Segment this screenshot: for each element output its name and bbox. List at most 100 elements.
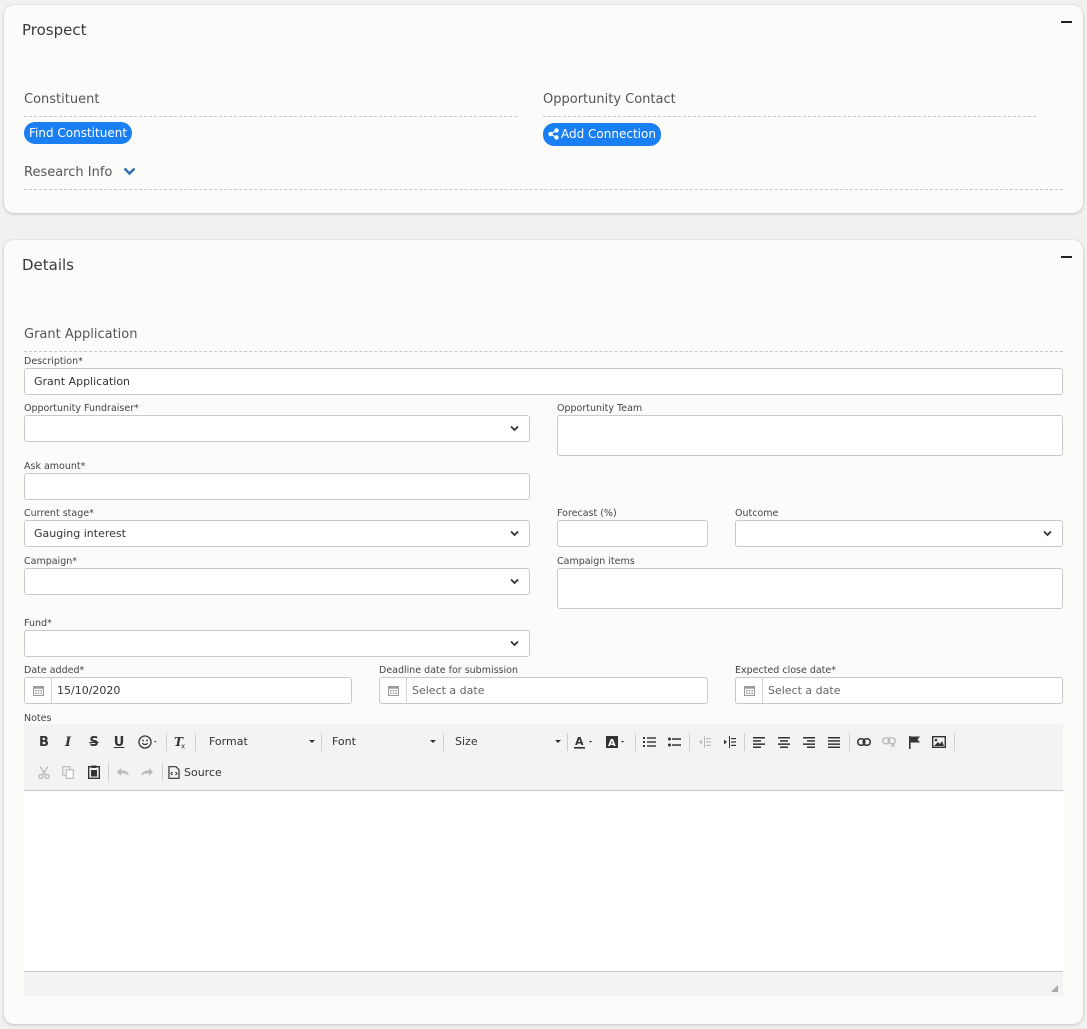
paste-button[interactable] bbox=[84, 762, 104, 782]
collapse-details-button[interactable] bbox=[1061, 256, 1072, 258]
background-color-icon: A bbox=[606, 736, 624, 749]
campaign-items-input[interactable] bbox=[557, 568, 1063, 609]
link-button[interactable] bbox=[854, 732, 874, 752]
chevron-down-icon bbox=[510, 425, 519, 432]
align-left-button[interactable] bbox=[749, 732, 769, 752]
italic-button[interactable]: I bbox=[58, 732, 78, 752]
underline-button[interactable]: U bbox=[109, 732, 129, 752]
svg-text:x: x bbox=[181, 743, 185, 750]
align-center-icon bbox=[778, 736, 790, 748]
image-button[interactable] bbox=[929, 732, 949, 752]
redo-button[interactable] bbox=[137, 762, 157, 782]
opportunity-team-label: Opportunity Team bbox=[557, 403, 643, 414]
forecast-label: Forecast (%) bbox=[557, 508, 617, 519]
outcome-select[interactable] bbox=[735, 520, 1063, 547]
caret-down-icon bbox=[430, 740, 436, 743]
prospect-panel: Prospect Constituent Find Constituent Op… bbox=[4, 5, 1083, 213]
emoji-button[interactable] bbox=[136, 732, 162, 752]
svg-text:A: A bbox=[575, 735, 584, 748]
anchor-button[interactable] bbox=[904, 732, 924, 752]
calendar-icon[interactable] bbox=[380, 678, 407, 703]
prospect-title: Prospect bbox=[22, 21, 87, 39]
deadline-date-input[interactable]: Select a date bbox=[379, 677, 708, 704]
caret-down-icon bbox=[555, 740, 561, 743]
ask-amount-input[interactable] bbox=[24, 473, 530, 500]
campaign-label: Campaign* bbox=[24, 556, 78, 567]
text-color-button[interactable]: A bbox=[572, 732, 598, 752]
campaign-items-label: Campaign items bbox=[557, 556, 635, 567]
current-stage-value: Gauging interest bbox=[34, 527, 126, 540]
smiley-icon bbox=[138, 735, 157, 749]
decrease-indent-button[interactable] bbox=[694, 732, 714, 752]
calendar-icon[interactable] bbox=[736, 678, 763, 703]
bulleted-list-button[interactable] bbox=[664, 732, 684, 752]
collapse-prospect-button[interactable] bbox=[1061, 21, 1072, 23]
flag-icon bbox=[908, 735, 920, 749]
details-title: Details bbox=[22, 256, 75, 274]
toolbar-separator bbox=[108, 763, 109, 781]
copy-icon bbox=[62, 765, 74, 779]
close-date-placeholder: Select a date bbox=[768, 684, 841, 697]
add-connection-label: Add Connection bbox=[561, 127, 656, 141]
toolbar-separator bbox=[166, 733, 167, 751]
align-right-button[interactable] bbox=[799, 732, 819, 752]
justify-button[interactable] bbox=[824, 732, 844, 752]
notes-label: Notes bbox=[24, 713, 52, 724]
size-label: Size bbox=[455, 735, 478, 748]
date-added-value: 15/10/2020 bbox=[57, 684, 121, 697]
undo-button[interactable] bbox=[113, 762, 133, 782]
scissors-icon bbox=[38, 765, 50, 779]
bold-button[interactable]: B bbox=[34, 732, 54, 752]
add-connection-button[interactable]: Add Connection bbox=[543, 123, 661, 146]
source-button[interactable]: Source bbox=[168, 762, 228, 782]
campaign-select[interactable] bbox=[24, 568, 530, 595]
size-dropdown[interactable]: Size bbox=[448, 732, 564, 752]
justify-icon bbox=[828, 736, 840, 748]
remove-format-button[interactable]: Tx bbox=[170, 732, 190, 752]
align-center-button[interactable] bbox=[774, 732, 794, 752]
date-added-input[interactable]: 15/10/2020 bbox=[24, 677, 352, 704]
constituent-label: Constituent bbox=[24, 92, 100, 107]
research-info-divider bbox=[24, 189, 1063, 190]
numbered-list-button[interactable] bbox=[639, 732, 659, 752]
toolbar-separator bbox=[849, 733, 850, 751]
opportunity-contact-divider bbox=[543, 116, 1036, 117]
editor-statusbar bbox=[24, 972, 1063, 996]
constituent-divider bbox=[24, 116, 517, 117]
redo-icon bbox=[141, 768, 153, 776]
deadline-placeholder: Select a date bbox=[412, 684, 485, 697]
font-dropdown[interactable]: Font bbox=[325, 732, 439, 752]
strikethrough-button[interactable]: S bbox=[84, 732, 104, 752]
chevron-down-icon bbox=[510, 578, 519, 585]
description-input[interactable]: Grant Application bbox=[24, 368, 1063, 395]
chevron-down-icon bbox=[1043, 530, 1052, 537]
image-icon bbox=[932, 736, 946, 748]
bulleted-list-icon bbox=[667, 737, 681, 747]
chevron-down-icon[interactable] bbox=[123, 167, 136, 176]
forecast-input[interactable] bbox=[557, 520, 708, 547]
resize-handle-icon[interactable] bbox=[1051, 985, 1058, 992]
increase-indent-button[interactable] bbox=[719, 732, 739, 752]
fund-select[interactable] bbox=[24, 630, 530, 657]
close-date-input[interactable]: Select a date bbox=[735, 677, 1063, 704]
current-stage-select[interactable]: Gauging interest bbox=[24, 520, 530, 547]
fundraiser-select[interactable] bbox=[24, 415, 530, 442]
fundraiser-label: Opportunity Fundraiser* bbox=[24, 403, 139, 414]
notes-editor[interactable] bbox=[24, 792, 1063, 972]
find-constituent-button[interactable]: Find Constituent bbox=[24, 122, 133, 144]
svg-text:A: A bbox=[608, 738, 616, 749]
toolbar-separator bbox=[635, 733, 636, 751]
copy-button[interactable] bbox=[58, 762, 78, 782]
background-color-button[interactable]: A bbox=[604, 732, 630, 752]
unlink-button[interactable] bbox=[879, 732, 899, 752]
toolbar-separator bbox=[954, 733, 955, 751]
format-dropdown[interactable]: Format bbox=[202, 732, 318, 752]
numbered-list-icon bbox=[642, 737, 656, 747]
toolbar-separator bbox=[162, 763, 163, 781]
source-label: Source bbox=[184, 765, 222, 779]
opportunity-team-input[interactable] bbox=[557, 415, 1063, 456]
text-color-icon: A bbox=[574, 735, 592, 749]
cut-button[interactable] bbox=[34, 762, 54, 782]
caret-down-icon bbox=[309, 740, 315, 743]
calendar-icon[interactable] bbox=[25, 678, 52, 703]
